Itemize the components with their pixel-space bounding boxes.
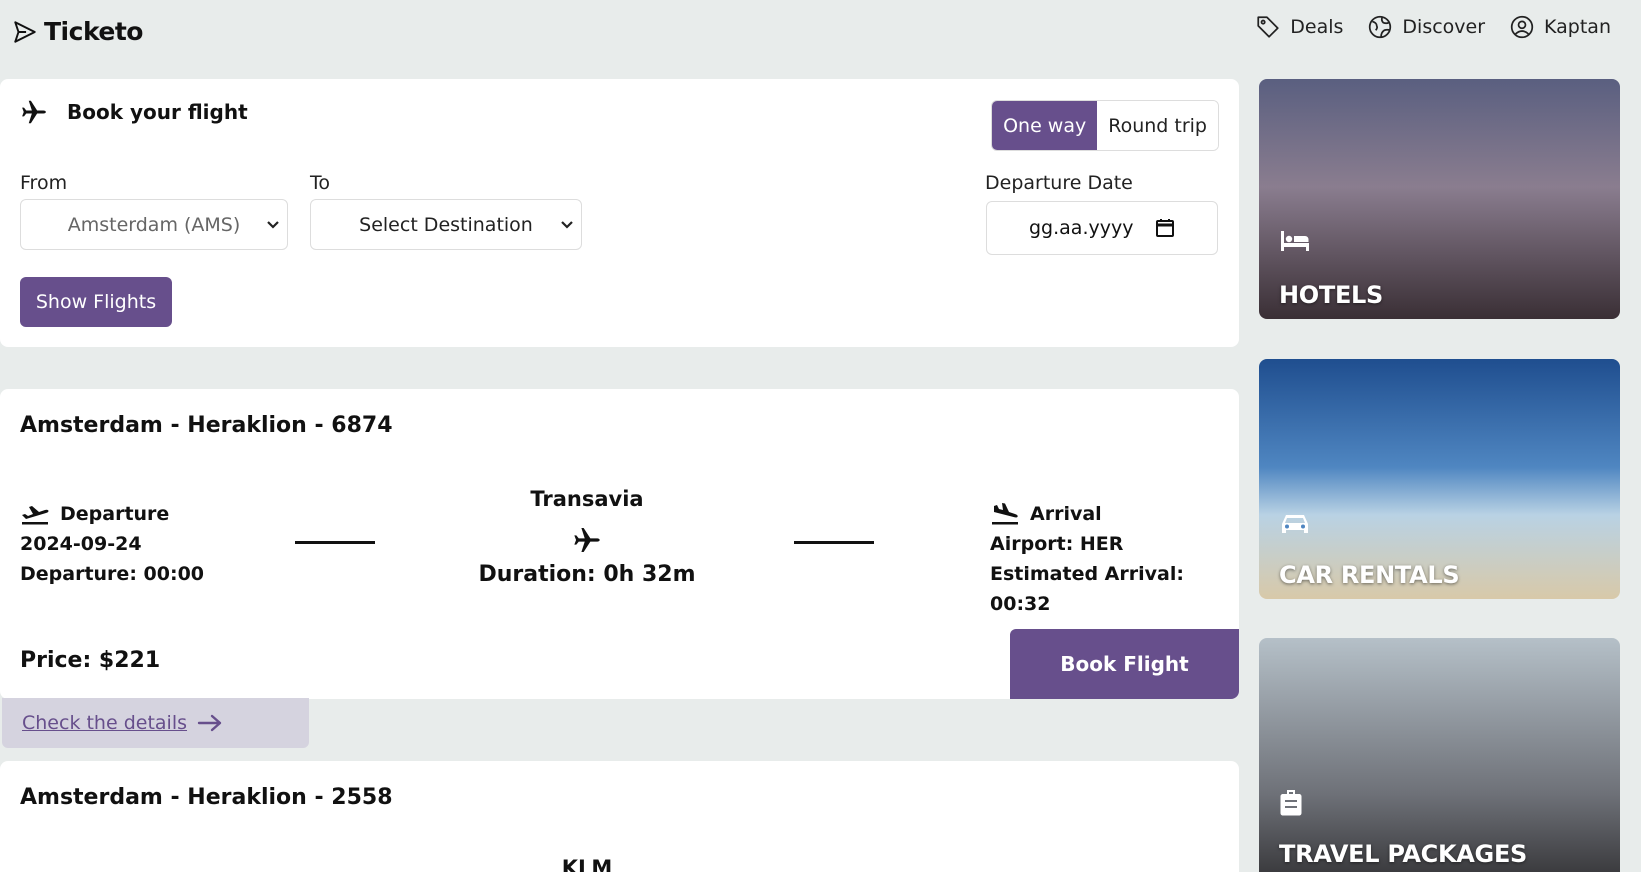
flight-title: Amsterdam - Heraklion - 6874 bbox=[20, 413, 393, 438]
flight-card: Amsterdam - Heraklion - 6874 Departure 2… bbox=[0, 389, 1239, 699]
from-select[interactable]: Amsterdam (AMS) bbox=[20, 199, 288, 250]
chevron-down-icon bbox=[561, 221, 573, 229]
hotels-promo-label: HOTELS bbox=[1279, 281, 1384, 309]
departure-time: Departure: 00:00 bbox=[20, 563, 205, 585]
flight-card: Amsterdam - Heraklion - 2558 KLM bbox=[0, 761, 1239, 872]
departure-date-input[interactable]: gg.aa.yyyy bbox=[986, 201, 1218, 255]
top-bar: Ticketo Deals Discover Kaptan bbox=[0, 0, 1641, 66]
calendar-icon[interactable] bbox=[1155, 218, 1175, 238]
flight-duration: Duration: 0h 32m bbox=[478, 562, 696, 587]
tag-icon bbox=[1257, 16, 1279, 38]
arrow-right-icon bbox=[197, 714, 222, 732]
globe-icon bbox=[1369, 15, 1392, 39]
arrival-info: Arrival Airport: HER Estimated Arrival: … bbox=[990, 499, 1239, 619]
arrival-label: Arrival bbox=[1030, 503, 1102, 525]
book-flight-button[interactable]: Book Flight bbox=[1010, 629, 1239, 699]
booking-panel: Book your flight One way Round trip From… bbox=[0, 79, 1239, 347]
brand-name: Ticketo bbox=[44, 17, 143, 46]
route-line-right bbox=[794, 541, 874, 544]
chevron-down-icon bbox=[267, 221, 279, 229]
paper-plane-icon bbox=[14, 20, 36, 43]
car-icon bbox=[1282, 515, 1308, 533]
car-rentals-promo-card[interactable]: CAR RENTALS bbox=[1259, 359, 1620, 599]
travel-packages-promo-label: TRAVEL PACKAGES bbox=[1279, 840, 1528, 868]
booking-title: Book your flight bbox=[19, 97, 248, 127]
plane-departure-icon bbox=[22, 506, 49, 525]
car-rentals-promo-label: CAR RENTALS bbox=[1279, 561, 1460, 589]
bed-icon bbox=[1281, 231, 1309, 251]
airplane-icon bbox=[22, 100, 46, 124]
arrival-airport: Airport: HER bbox=[990, 533, 1124, 555]
check-details-link[interactable]: Check the details bbox=[2, 698, 309, 748]
travel-packages-promo-card[interactable]: TRAVEL PACKAGES bbox=[1259, 638, 1620, 872]
departure-info: Departure 2024-09-24 Departure: 00:00 bbox=[20, 499, 204, 589]
brand-logo[interactable]: Ticketo bbox=[12, 17, 143, 46]
from-select-value: Amsterdam (AMS) bbox=[67, 213, 241, 236]
round-trip-button[interactable]: Round trip bbox=[1097, 101, 1218, 150]
flight-center-info: Transavia Duration: 0h 32m bbox=[478, 487, 695, 587]
to-select-value: Select Destination bbox=[359, 213, 533, 236]
airplane-icon bbox=[574, 528, 600, 552]
flight-title: Amsterdam - Heraklion - 2558 bbox=[20, 785, 393, 810]
nav-deals-label: Deals bbox=[1290, 16, 1344, 38]
departure-date: 2024-09-24 bbox=[20, 533, 142, 555]
flight-price: Price: $221 bbox=[20, 648, 161, 673]
show-flights-button[interactable]: Show Flights bbox=[20, 277, 172, 327]
departure-date-label: Departure Date bbox=[985, 172, 1133, 194]
date-placeholder: gg.aa.yyyy bbox=[1029, 217, 1134, 239]
booking-title-label: Book your flight bbox=[67, 100, 248, 124]
top-nav: Deals Discover Kaptan bbox=[1255, 14, 1611, 40]
check-details-label: Check the details bbox=[22, 712, 188, 734]
from-label: From bbox=[20, 172, 68, 194]
one-way-button[interactable]: One way bbox=[992, 101, 1098, 150]
hotels-promo-card[interactable]: HOTELS bbox=[1259, 79, 1620, 319]
to-label: To bbox=[310, 172, 331, 194]
trip-type-toggle: One way Round trip bbox=[991, 100, 1219, 151]
to-select[interactable]: Select Destination bbox=[310, 199, 582, 250]
suitcase-icon bbox=[1280, 790, 1302, 816]
nav-account[interactable]: Kaptan bbox=[1509, 14, 1611, 40]
plane-arrival-icon bbox=[992, 503, 1018, 525]
nav-discover[interactable]: Discover bbox=[1367, 14, 1485, 40]
arrival-time: Estimated Arrival: 00:32 bbox=[990, 563, 1184, 615]
user-circle-icon bbox=[1510, 15, 1534, 39]
carrier-name: Transavia bbox=[530, 487, 644, 511]
nav-account-label: Kaptan bbox=[1544, 16, 1611, 38]
route-line-left bbox=[295, 541, 375, 544]
nav-deals[interactable]: Deals bbox=[1255, 14, 1343, 40]
nav-discover-label: Discover bbox=[1402, 16, 1486, 38]
departure-label: Departure bbox=[60, 503, 170, 525]
carrier-name: KLM bbox=[561, 856, 613, 872]
